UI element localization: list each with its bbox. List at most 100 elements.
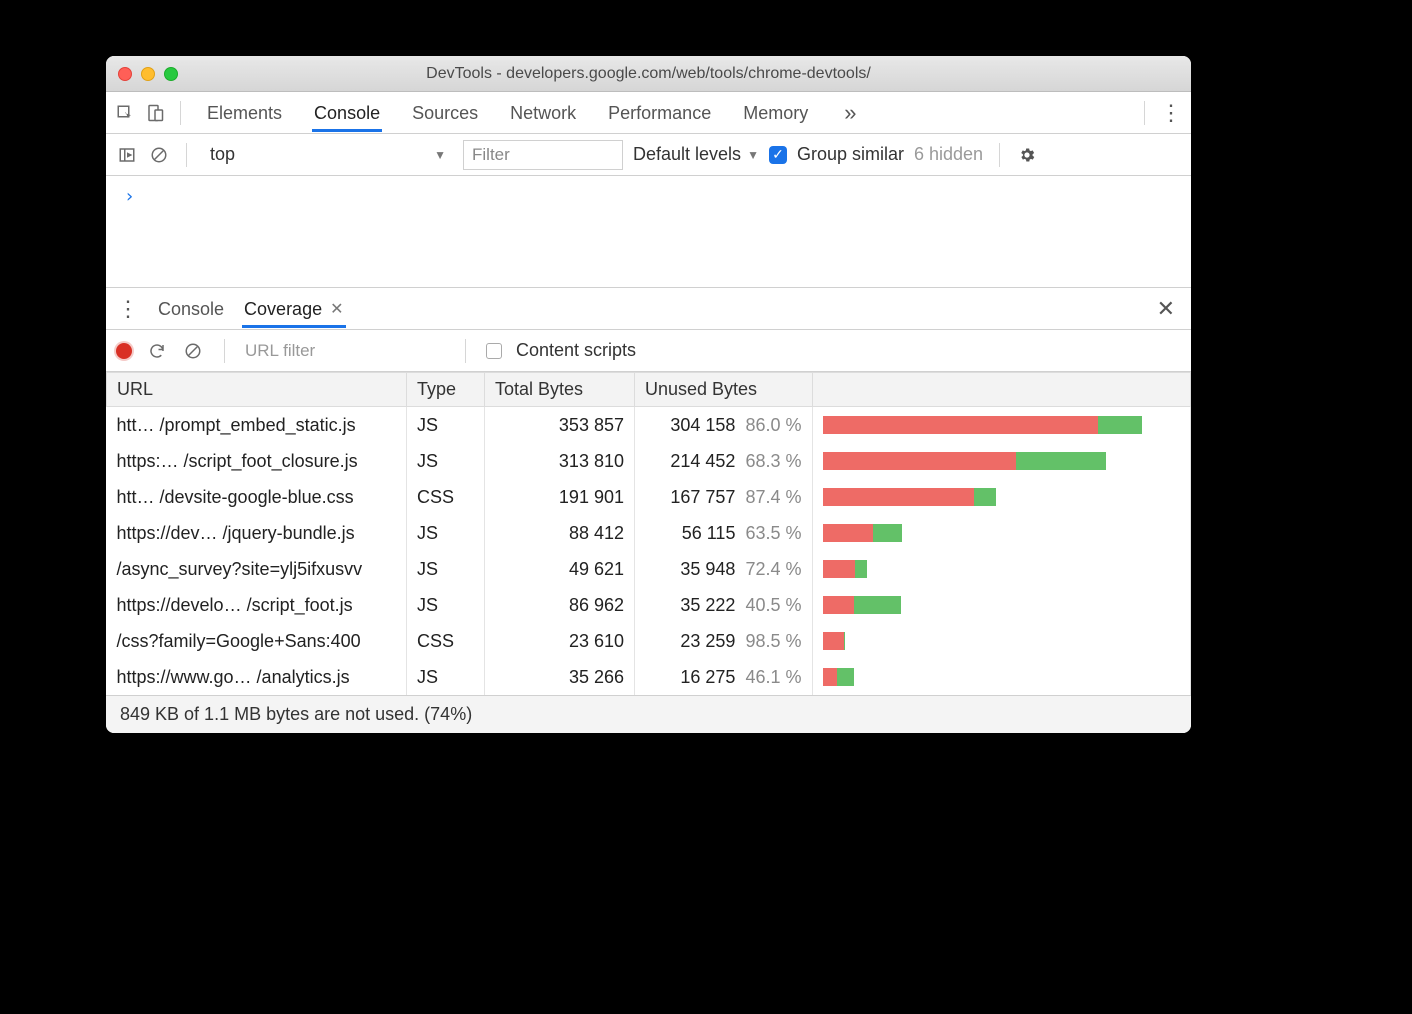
drawer-tabbar: ⋮ Console Coverage ✕ ✕ <box>106 288 1191 330</box>
col-url[interactable]: URL <box>107 373 407 407</box>
cell-total: 353 857 <box>485 407 635 444</box>
clear-icon[interactable] <box>182 340 204 362</box>
cell-bar <box>813 623 1191 659</box>
table-row[interactable]: https:… /script_foot_closure.jsJS313 810… <box>107 443 1191 479</box>
tab-network[interactable]: Network <box>508 94 578 132</box>
drawer-tab-label: Coverage <box>244 299 322 320</box>
cell-bar <box>813 515 1191 551</box>
console-prompt: › <box>124 186 135 207</box>
separator <box>999 143 1000 167</box>
chevron-down-icon: ▼ <box>434 148 446 162</box>
separator <box>186 143 187 167</box>
hidden-count[interactable]: 6 hidden <box>914 144 983 165</box>
log-levels-selector[interactable]: Default levels ▼ <box>633 144 759 165</box>
context-selector[interactable]: top ▼ <box>203 141 453 168</box>
cell-url: htt… /devsite-google-blue.css <box>107 479 407 515</box>
cell-unused: 304 15886.0 % <box>635 407 813 443</box>
gear-icon[interactable] <box>1016 144 1038 166</box>
separator <box>465 339 466 363</box>
record-button[interactable] <box>116 343 132 359</box>
table-row[interactable]: https://dev… /jquery-bundle.jsJS88 41256… <box>107 515 1191 551</box>
devtools-window: DevTools - developers.google.com/web/too… <box>106 56 1191 733</box>
cell-unused: 56 11563.5 % <box>635 515 813 551</box>
show-console-sidebar-icon[interactable] <box>116 144 138 166</box>
tab-performance[interactable]: Performance <box>606 94 713 132</box>
device-toolbar-icon[interactable] <box>144 102 166 124</box>
cell-total: 191 901 <box>485 479 635 515</box>
cell-url: /async_survey?site=ylj5ifxusvv <box>107 551 407 587</box>
group-similar-checkbox[interactable]: ✓ <box>769 146 787 164</box>
console-body[interactable]: › <box>106 176 1191 288</box>
cell-url: /css?family=Google+Sans:400 <box>107 623 407 659</box>
separator <box>224 339 225 363</box>
separator <box>180 101 181 125</box>
col-type[interactable]: Type <box>407 373 485 407</box>
cell-bar <box>813 479 1191 515</box>
coverage-toolbar: Content scripts <box>106 330 1191 372</box>
panel-tabs: Elements Console Sources Network Perform… <box>205 94 1130 132</box>
cell-total: 313 810 <box>485 443 635 479</box>
tab-sources[interactable]: Sources <box>410 94 480 132</box>
cell-type: JS <box>407 443 485 479</box>
cell-bar <box>813 443 1191 479</box>
tab-memory[interactable]: Memory <box>741 94 810 132</box>
main-toolbar: Elements Console Sources Network Perform… <box>106 92 1191 134</box>
close-tab-icon[interactable]: ✕ <box>330 299 343 319</box>
cell-unused: 214 45268.3 % <box>635 443 813 479</box>
drawer-menu-icon[interactable]: ⋮ <box>116 296 140 322</box>
table-row[interactable]: htt… /prompt_embed_static.jsJS353 857304… <box>107 407 1191 444</box>
cell-unused: 35 94872.4 % <box>635 551 813 587</box>
console-filter-input[interactable] <box>463 140 623 170</box>
cell-url: https://www.go… /analytics.js <box>107 659 407 695</box>
titlebar: DevTools - developers.google.com/web/too… <box>106 56 1191 92</box>
context-value: top <box>210 144 235 165</box>
col-total-bytes[interactable]: Total Bytes <box>485 373 635 407</box>
drawer-tab-label: Console <box>158 299 224 320</box>
col-visualization[interactable] <box>813 373 1191 407</box>
table-row[interactable]: /async_survey?site=ylj5ifxusvvJS49 62135… <box>107 551 1191 587</box>
settings-menu-icon[interactable]: ⋮ <box>1159 100 1183 126</box>
reload-icon[interactable] <box>146 340 168 362</box>
drawer-tab-console[interactable]: Console <box>156 290 226 328</box>
cell-type: JS <box>407 551 485 587</box>
cell-url: https://develo… /script_foot.js <box>107 587 407 623</box>
cell-url: https:… /script_foot_closure.js <box>107 443 407 479</box>
log-levels-label: Default levels <box>633 144 741 165</box>
url-filter-input[interactable] <box>245 341 445 361</box>
cell-unused: 167 75787.4 % <box>635 479 813 515</box>
cell-total: 49 621 <box>485 551 635 587</box>
cell-total: 86 962 <box>485 587 635 623</box>
col-unused-bytes[interactable]: Unused Bytes <box>635 373 813 407</box>
cell-bar <box>813 407 1191 444</box>
cell-bar <box>813 659 1191 695</box>
table-row[interactable]: htt… /devsite-google-blue.cssCSS191 9011… <box>107 479 1191 515</box>
cell-total: 88 412 <box>485 515 635 551</box>
cell-total: 35 266 <box>485 659 635 695</box>
drawer-tab-coverage[interactable]: Coverage ✕ <box>242 290 345 328</box>
tab-elements[interactable]: Elements <box>205 94 284 132</box>
cell-type: JS <box>407 587 485 623</box>
cell-type: JS <box>407 407 485 444</box>
cell-type: CSS <box>407 479 485 515</box>
table-header-row: URL Type Total Bytes Unused Bytes <box>107 373 1191 407</box>
cell-url: htt… /prompt_embed_static.js <box>107 407 407 444</box>
separator <box>1144 101 1145 125</box>
cell-unused: 23 25998.5 % <box>635 623 813 659</box>
window-title: DevTools - developers.google.com/web/too… <box>106 65 1191 83</box>
coverage-table: URL Type Total Bytes Unused Bytes htt… /… <box>106 372 1191 695</box>
clear-console-icon[interactable] <box>148 144 170 166</box>
more-tabs-icon[interactable]: » <box>838 100 862 126</box>
table-row[interactable]: https://develo… /script_foot.jsJS86 9623… <box>107 587 1191 623</box>
cell-url: https://dev… /jquery-bundle.js <box>107 515 407 551</box>
content-scripts-checkbox[interactable] <box>486 343 502 359</box>
cell-total: 23 610 <box>485 623 635 659</box>
inspect-element-icon[interactable] <box>114 102 136 124</box>
table-row[interactable]: https://www.go… /analytics.jsJS35 26616 … <box>107 659 1191 695</box>
cell-type: JS <box>407 659 485 695</box>
coverage-footer: 849 KB of 1.1 MB bytes are not used. (74… <box>106 695 1191 733</box>
group-similar-label: Group similar <box>797 144 904 165</box>
close-drawer-icon[interactable]: ✕ <box>1151 296 1181 322</box>
tab-console[interactable]: Console <box>312 94 382 132</box>
table-row[interactable]: /css?family=Google+Sans:400CSS23 61023 2… <box>107 623 1191 659</box>
cell-type: JS <box>407 515 485 551</box>
